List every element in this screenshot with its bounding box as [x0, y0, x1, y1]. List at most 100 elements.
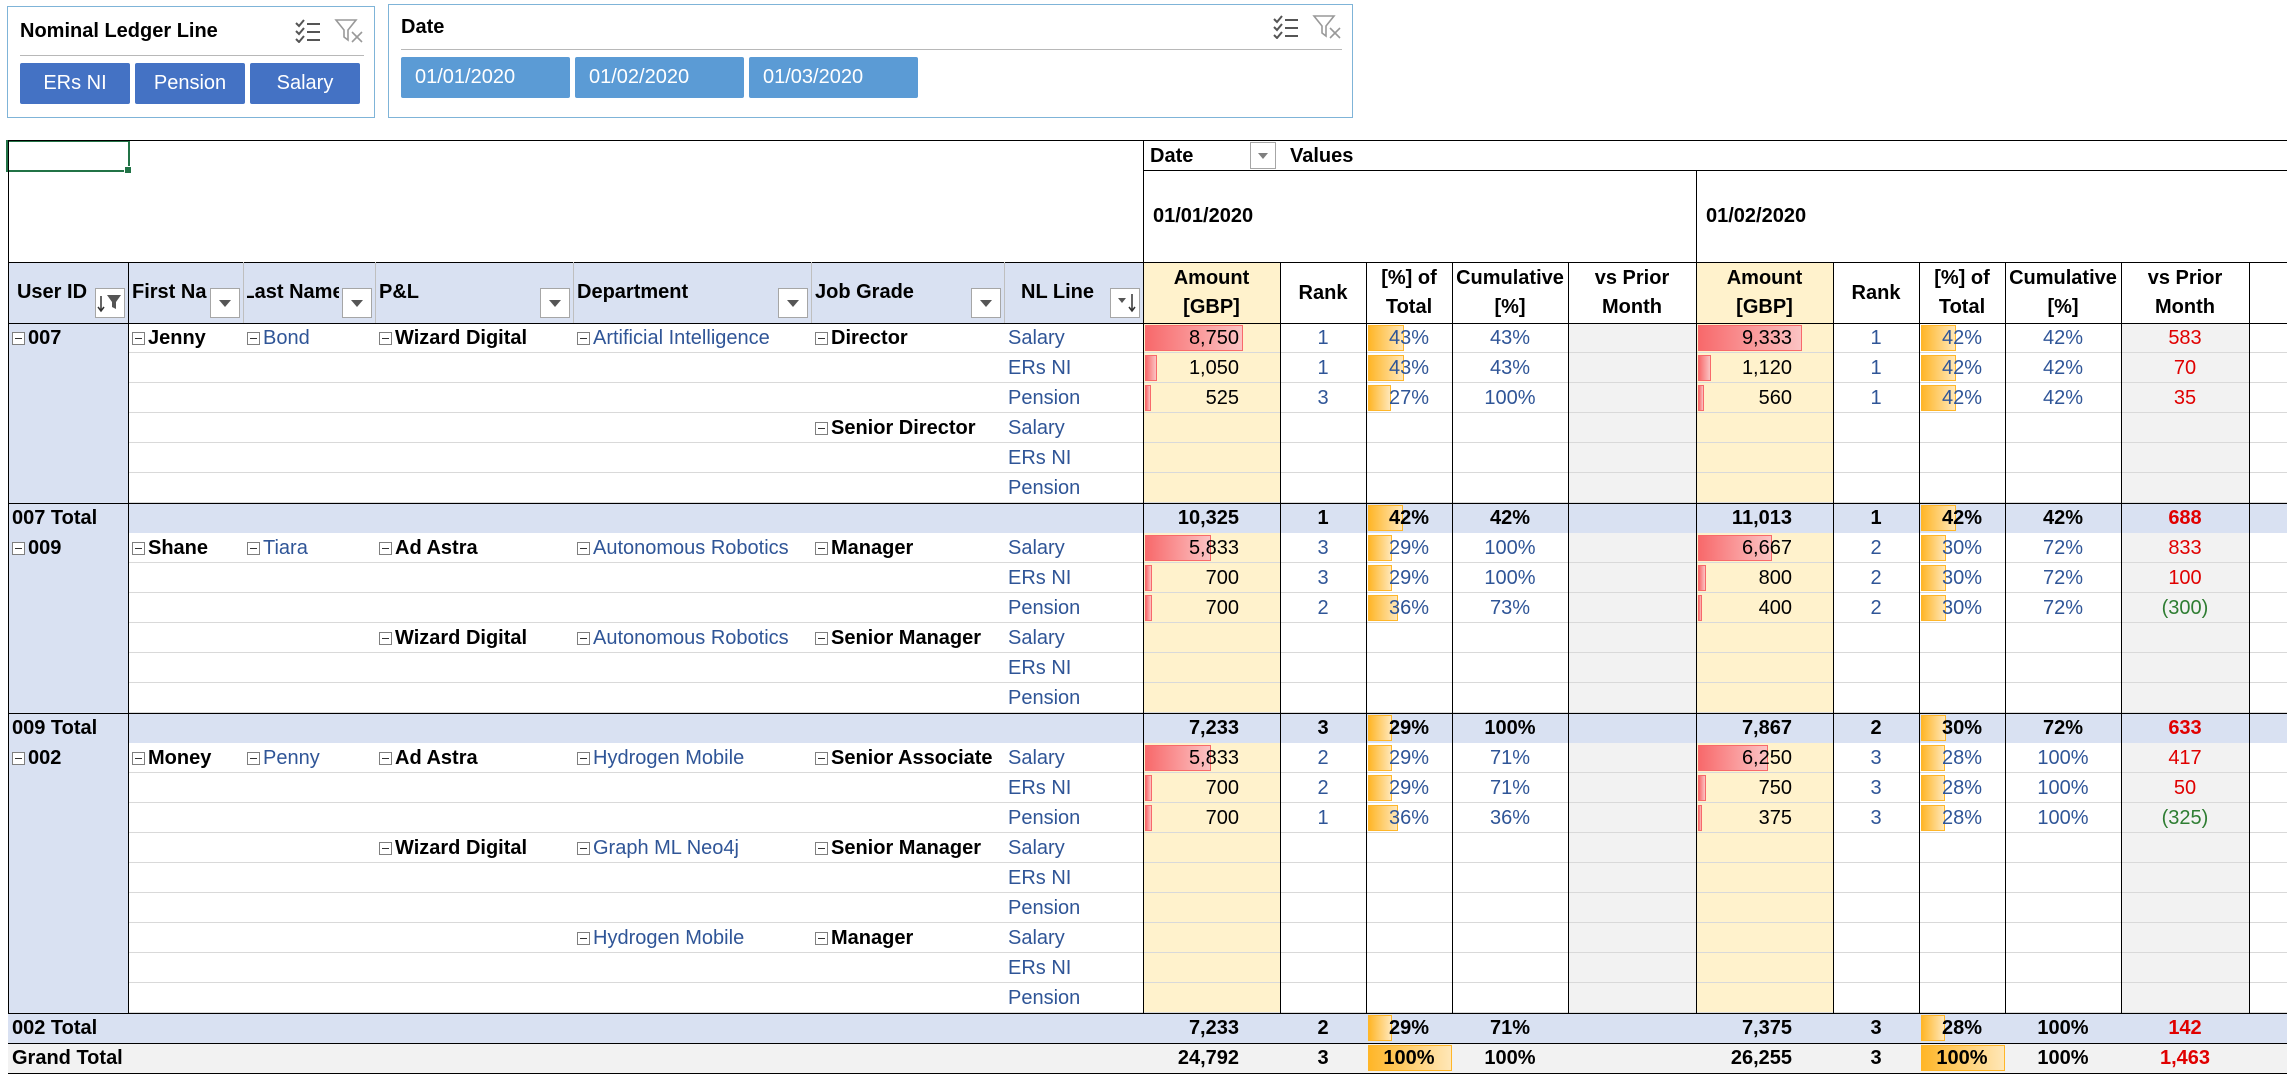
slicer-item-pension[interactable]: Pension	[135, 63, 245, 104]
row-label-pl[interactable]: Wizard Digital	[379, 323, 573, 353]
nl-line-label: Salary	[1008, 627, 1065, 649]
chevron-down-icon[interactable]	[778, 288, 808, 318]
row-label-dept[interactable]: Graph ML Neo4j	[577, 833, 811, 863]
value-header: Rank	[1833, 263, 1919, 323]
nl-line-label: Salary	[1008, 927, 1065, 949]
collapse-icon[interactable]	[12, 331, 25, 345]
collapse-icon[interactable]	[247, 751, 260, 765]
cumulative-cell: 100%	[2037, 1047, 2089, 1069]
row-label-grade[interactable]: Senior Director	[815, 413, 1004, 443]
row-label-pl[interactable]: Wizard Digital	[379, 623, 573, 653]
row-label-pl[interactable]: Ad Astra	[379, 743, 573, 773]
chevron-down-icon[interactable]	[342, 288, 372, 318]
collapse-icon[interactable]	[577, 331, 590, 345]
value-header: Cumulative [%]	[2005, 263, 2121, 323]
collapse-icon[interactable]	[815, 331, 828, 345]
row-label-pl[interactable]: Ad Astra	[379, 533, 573, 563]
collapse-icon[interactable]	[379, 541, 392, 555]
row-label-dept[interactable]: Autonomous Robotics	[577, 533, 811, 563]
collapse-icon[interactable]	[815, 541, 828, 555]
date-field-dropdown-icon[interactable]	[1250, 142, 1276, 169]
value-header-line: Amount	[1726, 267, 1803, 289]
row-label-text: Penny	[263, 747, 320, 769]
slicer-item-salary[interactable]: Salary	[250, 63, 360, 104]
row-label-grade[interactable]: Senior Manager	[815, 833, 1004, 863]
collapse-icon[interactable]	[12, 751, 25, 765]
clear-filter-icon[interactable]	[334, 18, 364, 44]
collapse-icon[interactable]	[815, 631, 828, 645]
row-label-pl[interactable]: Wizard Digital	[379, 833, 573, 863]
collapse-icon[interactable]	[132, 751, 145, 765]
nl-line-label: ERs NI	[1008, 957, 1072, 979]
row-label-first[interactable]: Jenny	[132, 323, 243, 353]
header-col-border	[1004, 262, 1005, 323]
row-label-first[interactable]: Shane	[132, 533, 243, 563]
row-label-grade[interactable]: Manager	[815, 533, 1004, 563]
nominal-ledger-slicer: Nominal Ledger Line ERs NI Pension Salar…	[7, 6, 375, 118]
collapse-icon[interactable]	[12, 541, 25, 555]
collapse-icon[interactable]	[379, 841, 392, 855]
row-label-last[interactable]: Tiara	[247, 533, 375, 563]
amount-cell: 1,050	[1188, 357, 1239, 379]
collapse-icon[interactable]	[577, 541, 590, 555]
date-slicer: Date 01/01/2020 01/02/2020 01/03/2020	[388, 4, 1353, 118]
slicer-item-date-feb[interactable]: 01/02/2020	[575, 57, 744, 98]
collapse-icon[interactable]	[132, 541, 145, 555]
rank-cell: 3	[1870, 1047, 1882, 1069]
chevron-down-icon[interactable]	[971, 288, 1001, 318]
collapse-icon[interactable]	[577, 841, 590, 855]
value-header: Cumulative [%]	[1452, 263, 1568, 323]
multi-select-icon[interactable]	[1272, 15, 1300, 39]
row-label-user[interactable]: 009	[12, 533, 128, 563]
sort-dropdown-icon[interactable]	[1110, 288, 1140, 318]
filter-sort-icon[interactable]	[95, 288, 125, 318]
vs-prior-column-fill	[2121, 323, 2249, 1013]
row-label-grade[interactable]: Manager	[815, 923, 1004, 953]
row-label-user[interactable]: 007	[12, 323, 128, 353]
value-header-line: Cumulative	[2009, 267, 2117, 289]
collapse-icon[interactable]	[132, 331, 145, 345]
value-header-line: [%] of	[1934, 267, 1990, 289]
percent-cell: 30%	[1941, 597, 1983, 619]
row-label-text: Money	[148, 747, 212, 769]
row-label-dept[interactable]: Hydrogen Mobile	[577, 743, 811, 773]
collapse-icon[interactable]	[815, 931, 828, 945]
multi-select-icon[interactable]	[294, 19, 322, 43]
percent-cell: 29%	[1388, 777, 1430, 799]
percent-cell: 29%	[1388, 717, 1430, 739]
value-header-line: Month	[2155, 296, 2215, 318]
row-label-dept[interactable]: Hydrogen Mobile	[577, 923, 811, 953]
slicer-item-date-mar[interactable]: 01/03/2020	[749, 57, 918, 98]
collapse-icon[interactable]	[577, 631, 590, 645]
row-label-dept[interactable]: Artificial Intelligence	[577, 323, 811, 353]
value-header: Amount [GBP]	[1143, 263, 1280, 323]
collapse-icon[interactable]	[379, 751, 392, 765]
row-label-user[interactable]: 002	[12, 743, 128, 773]
collapse-icon[interactable]	[577, 751, 590, 765]
row-label-grade[interactable]: Senior Associate	[815, 743, 1004, 773]
cumulative-cell: 100%	[1484, 537, 1536, 559]
row-label-text: Wizard Digital	[395, 837, 528, 859]
collapse-icon[interactable]	[815, 751, 828, 765]
chevron-down-icon[interactable]	[210, 288, 240, 318]
row-label-last[interactable]: Bond	[247, 323, 375, 353]
row-area-right-border	[1143, 140, 1144, 1014]
collapse-icon[interactable]	[247, 541, 260, 555]
row-label-grade[interactable]: Director	[815, 323, 1004, 353]
row-label-grade[interactable]: Senior Manager	[815, 623, 1004, 653]
slicer-item-date-jan[interactable]: 01/01/2020	[401, 57, 570, 98]
collapse-icon[interactable]	[815, 421, 828, 435]
row-label-first[interactable]: Money	[132, 743, 243, 773]
chevron-down-icon[interactable]	[540, 288, 570, 318]
collapse-icon[interactable]	[577, 931, 590, 945]
row-label-last[interactable]: Penny	[247, 743, 375, 773]
collapse-icon[interactable]	[379, 631, 392, 645]
row-label-text: Senior Associate	[831, 747, 993, 769]
collapse-icon[interactable]	[815, 841, 828, 855]
collapse-icon[interactable]	[247, 331, 260, 345]
clear-filter-icon[interactable]	[1312, 14, 1342, 40]
collapse-icon[interactable]	[379, 331, 392, 345]
row-label-dept[interactable]: Autonomous Robotics	[577, 623, 811, 653]
value-header: [%] of Total	[1366, 263, 1452, 323]
slicer-item-ers-ni[interactable]: ERs NI	[20, 63, 130, 104]
